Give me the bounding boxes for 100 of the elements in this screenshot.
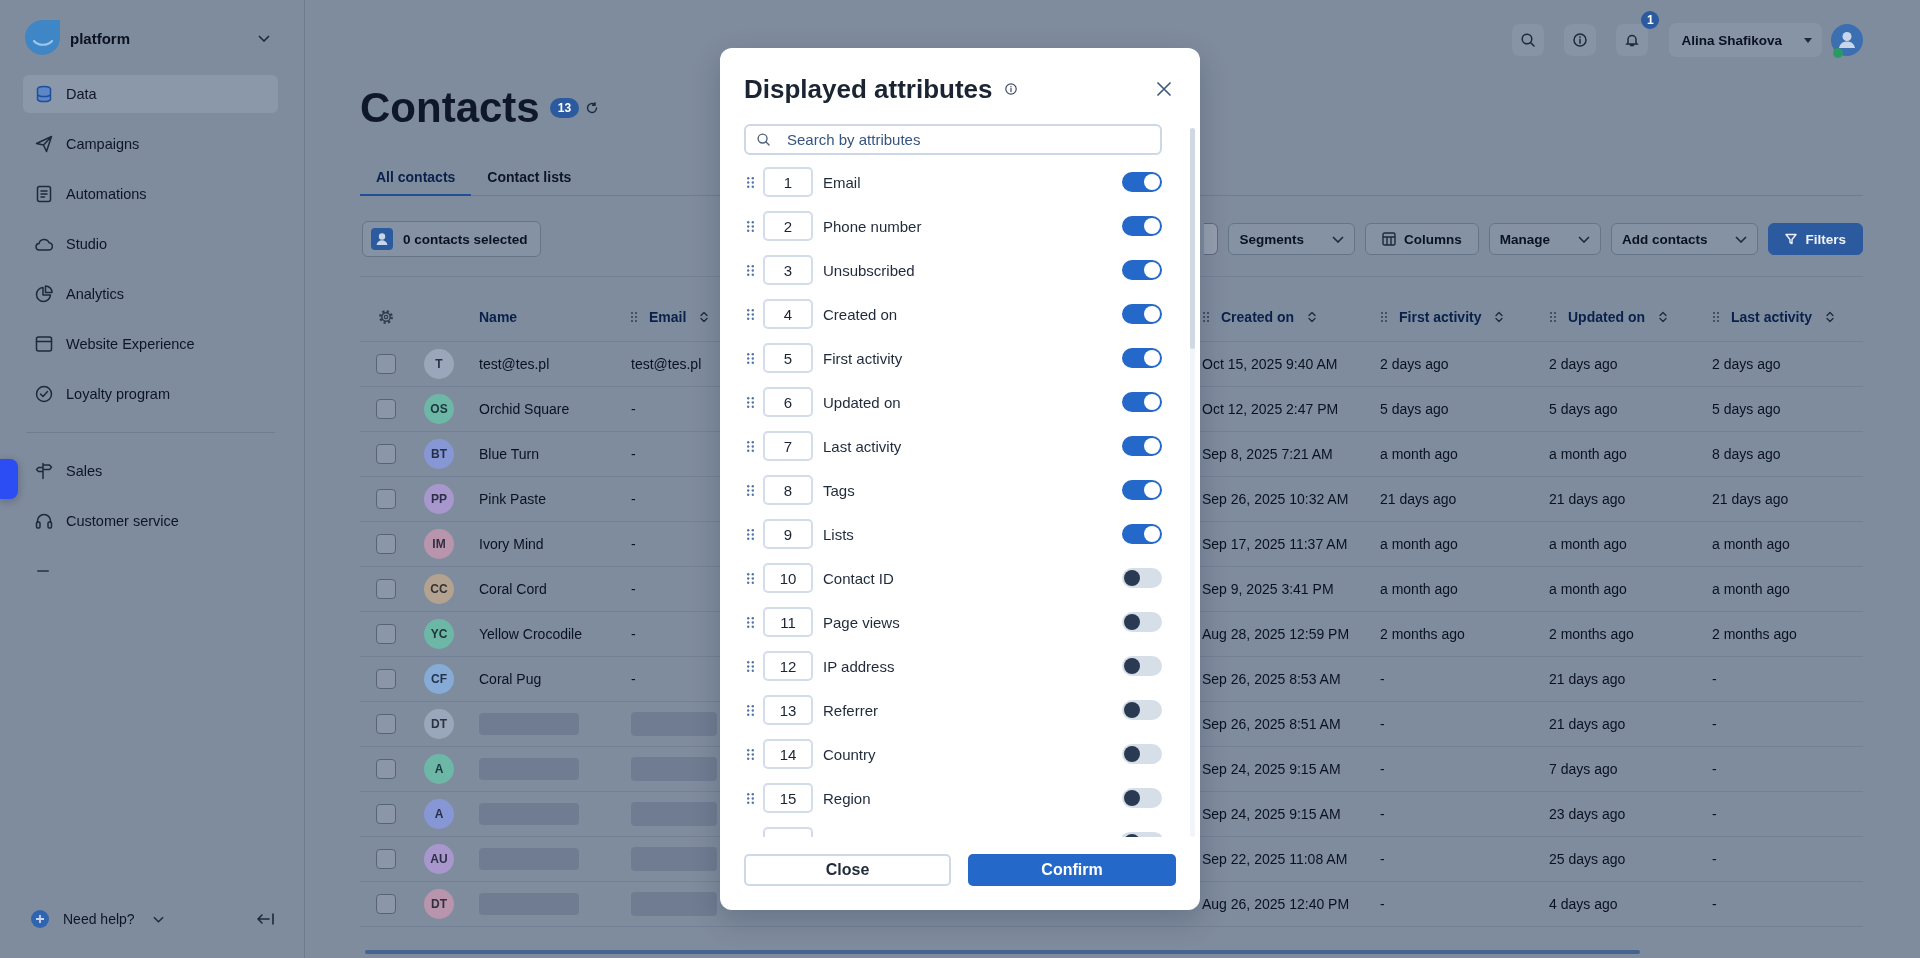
drag-handle-icon[interactable] (747, 528, 754, 540)
sort-icon[interactable] (1825, 311, 1834, 323)
sort-icon[interactable] (1495, 311, 1504, 323)
toggle-switch[interactable] (1122, 568, 1162, 588)
avatar-icon[interactable] (1831, 24, 1863, 56)
user-menu[interactable]: Alina Shafikova (1669, 23, 1822, 57)
dropdown-button[interactable]: Segments (1228, 223, 1355, 255)
toggle-switch[interactable] (1122, 524, 1162, 544)
toggle-switch[interactable] (1122, 700, 1162, 720)
drag-handle-icon[interactable] (1713, 312, 1719, 322)
toggle-switch[interactable] (1122, 832, 1162, 837)
drag-handle-icon[interactable] (747, 264, 754, 276)
toggle-switch[interactable] (1122, 172, 1162, 192)
nav-item[interactable]: Analytics (23, 275, 278, 313)
row-checkbox[interactable] (376, 354, 396, 374)
column-header[interactable]: Updated on (1568, 309, 1645, 325)
close-button[interactable]: Close (744, 854, 951, 886)
drag-handle-icon[interactable] (1381, 312, 1387, 322)
collapse-icon[interactable] (257, 913, 275, 925)
columns-button[interactable]: Columns (1364, 223, 1479, 255)
row-checkbox[interactable] (376, 444, 396, 464)
drag-handle-icon[interactable] (747, 704, 754, 716)
row-checkbox[interactable] (376, 849, 396, 869)
sort-icon[interactable] (700, 311, 709, 323)
drag-handle-icon[interactable] (747, 440, 754, 452)
position-field[interactable]: 6 (763, 387, 813, 417)
toggle-switch[interactable] (1122, 744, 1162, 764)
position-field[interactable]: 14 (763, 739, 813, 769)
nav-item[interactable]: Campaigns (23, 125, 278, 163)
sort-icon[interactable] (1308, 311, 1317, 323)
position-field[interactable]: 9 (763, 519, 813, 549)
nav-item[interactable]: Sales (23, 452, 278, 490)
row-checkbox[interactable] (376, 489, 396, 509)
nav-item[interactable]: Automations (23, 175, 278, 213)
scrollbar-thumb[interactable] (1190, 128, 1195, 349)
toggle-switch[interactable] (1122, 788, 1162, 808)
column-header[interactable]: Last activity (1731, 309, 1812, 325)
drag-handle-icon[interactable] (747, 660, 754, 672)
toggle-switch[interactable] (1122, 480, 1162, 500)
dropdown-button[interactable]: Add contacts (1610, 223, 1759, 255)
row-checkbox[interactable] (376, 534, 396, 554)
drag-handle-icon[interactable] (747, 616, 754, 628)
row-checkbox[interactable] (376, 399, 396, 419)
tab[interactable]: Contact lists (471, 163, 588, 196)
drag-handle-icon[interactable] (747, 396, 754, 408)
position-field[interactable]: 15 (763, 783, 813, 813)
toggle-switch[interactable] (1122, 304, 1162, 324)
close-button[interactable] (1157, 82, 1171, 96)
drag-handle-icon[interactable] (747, 484, 754, 496)
drag-handle-icon[interactable] (747, 352, 754, 364)
refresh-icon[interactable] (586, 102, 599, 114)
selection-button[interactable]: 0 contacts selected (362, 221, 541, 257)
drag-handle-icon[interactable] (747, 220, 754, 232)
row-checkbox[interactable] (376, 759, 396, 779)
column-header[interactable]: Created on (1221, 309, 1295, 325)
toggle-switch[interactable] (1122, 436, 1162, 456)
help-button[interactable]: Need help? (31, 910, 164, 928)
settings-icon[interactable] (379, 310, 393, 324)
row-checkbox[interactable] (376, 579, 396, 599)
sort-icon[interactable] (1659, 311, 1667, 323)
row-checkbox[interactable] (376, 669, 396, 689)
toggle-switch[interactable] (1122, 656, 1162, 676)
nav-item[interactable]: Data (23, 75, 278, 113)
position-field[interactable]: 1 (763, 167, 813, 197)
position-field[interactable]: 2 (763, 211, 813, 241)
tab[interactable]: All contacts (360, 163, 472, 196)
position-field[interactable]: 5 (763, 343, 813, 373)
toggle-switch[interactable] (1122, 392, 1162, 412)
drag-handle-icon[interactable] (747, 308, 754, 320)
position-field[interactable] (763, 827, 813, 837)
drag-handle-icon[interactable] (747, 792, 754, 804)
info-icon[interactable] (1004, 83, 1017, 95)
column-header[interactable]: First activity (1399, 309, 1482, 325)
workspace-switcher[interactable]: platform (23, 19, 278, 57)
column-header[interactable]: Email (649, 309, 687, 325)
scrollbar-thumb[interactable] (365, 950, 1640, 954)
drag-handle-icon[interactable] (747, 748, 754, 760)
notifications-button[interactable] (1616, 24, 1649, 56)
position-field[interactable]: 10 (763, 563, 813, 593)
toggle-switch[interactable] (1122, 260, 1162, 280)
nav-item[interactable]: Loyalty program (23, 375, 278, 413)
drag-handle-icon[interactable] (1203, 312, 1209, 322)
row-checkbox[interactable] (376, 804, 396, 824)
drag-handle-icon[interactable] (747, 176, 754, 188)
info-button[interactable] (1564, 24, 1597, 56)
search-field[interactable]: Search by attributes (744, 124, 1162, 155)
row-checkbox[interactable] (376, 714, 396, 734)
dropdown-button[interactable]: Manage (1488, 223, 1601, 255)
search-button[interactable] (1512, 24, 1545, 56)
confirm-button[interactable]: Confirm (968, 854, 1176, 886)
nav-item[interactable]: Customer service (23, 502, 278, 540)
scrollbar-track[interactable] (1190, 128, 1195, 837)
row-checkbox[interactable] (376, 894, 396, 914)
drag-handle-icon[interactable] (1550, 312, 1556, 322)
position-field[interactable]: 3 (763, 255, 813, 285)
position-field[interactable]: 11 (763, 607, 813, 637)
drag-handle-icon[interactable] (747, 572, 754, 584)
nav-item[interactable]: Website Experience (23, 325, 278, 363)
position-field[interactable]: 8 (763, 475, 813, 505)
toggle-switch[interactable] (1122, 612, 1162, 632)
